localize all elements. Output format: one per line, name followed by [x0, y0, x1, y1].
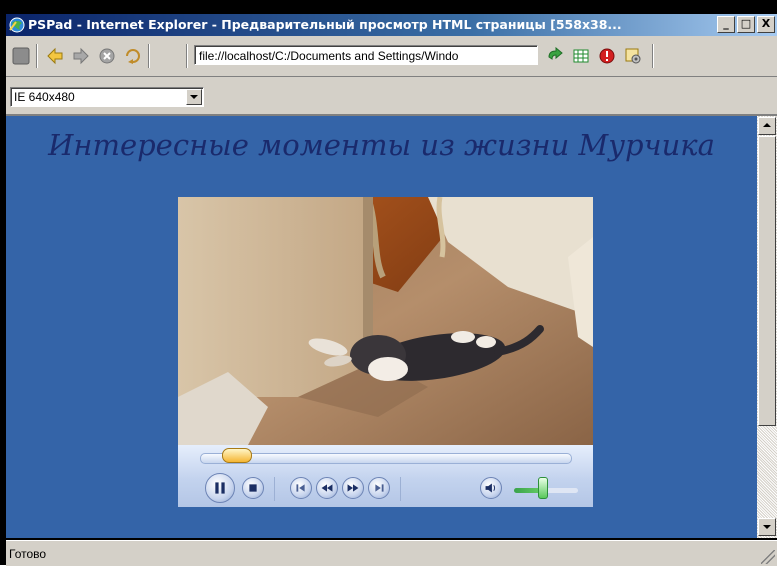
browser-toolbar: file://localhost/C:/Documents and Settin…: [6, 36, 777, 77]
volume-thumb[interactable]: [538, 477, 548, 499]
title-bar[interactable]: PSPad - Internet Explorer - Предваритель…: [6, 14, 777, 36]
status-text: Готово: [9, 547, 47, 561]
stop-icon[interactable]: [242, 477, 264, 499]
close-button[interactable]: X: [757, 16, 775, 33]
preview-size-bar: IE 640x480: [6, 77, 777, 116]
toolbar-separator: [186, 44, 188, 68]
app-globe-icon: [8, 16, 26, 34]
refresh-icon[interactable]: [124, 47, 142, 65]
mute-icon[interactable]: [480, 477, 502, 499]
settings-icon[interactable]: [624, 47, 642, 65]
rewind-icon[interactable]: [316, 477, 338, 499]
video-frame-cat-image[interactable]: [178, 197, 593, 445]
minimize-button[interactable]: _: [717, 16, 735, 33]
scroll-up-icon[interactable]: [758, 117, 776, 135]
status-bar: Готово: [6, 540, 777, 566]
resize-grip-icon[interactable]: [761, 550, 775, 564]
go-icon[interactable]: [546, 46, 564, 65]
application-window: PSPad - Internet Explorer - Предваритель…: [0, 0, 777, 566]
chevron-down-icon[interactable]: [186, 89, 202, 105]
preview-size-value: IE 640x480: [14, 90, 75, 104]
previous-icon[interactable]: [290, 477, 312, 499]
page-heading: Интересные моменты из жизни Мурчика: [48, 128, 715, 162]
page-viewport: Интересные моменты из жизни Мурчика: [6, 116, 757, 538]
seek-thumb[interactable]: [222, 448, 252, 463]
grid-icon[interactable]: [572, 47, 590, 65]
toolbar-separator: [36, 44, 38, 68]
player-controls: [178, 445, 593, 507]
vertical-scrollbar[interactable]: [757, 116, 777, 538]
scroll-thumb[interactable]: [758, 136, 776, 426]
seek-bar[interactable]: [200, 453, 572, 464]
stop-square-icon[interactable]: [12, 47, 30, 65]
preview-size-select[interactable]: IE 640x480: [10, 87, 204, 107]
video-player[interactable]: [178, 197, 593, 507]
maximize-button[interactable]: □: [737, 16, 755, 33]
next-icon[interactable]: [368, 477, 390, 499]
stop-icon[interactable]: [98, 47, 116, 65]
controls-divider: [400, 477, 401, 501]
forward-arrow-icon[interactable]: [72, 47, 90, 65]
fast-forward-icon[interactable]: [342, 477, 364, 499]
scroll-down-icon[interactable]: [758, 518, 776, 536]
window-title: PSPad - Internet Explorer - Предваритель…: [28, 17, 622, 32]
address-field[interactable]: file://localhost/C:/Documents and Settin…: [194, 45, 538, 65]
alert-icon[interactable]: [598, 47, 616, 65]
toolbar-separator: [148, 44, 150, 68]
controls-divider: [274, 477, 275, 501]
pause-icon[interactable]: [205, 473, 235, 503]
toolbar-separator: [652, 44, 654, 68]
back-arrow-icon[interactable]: [46, 47, 64, 65]
